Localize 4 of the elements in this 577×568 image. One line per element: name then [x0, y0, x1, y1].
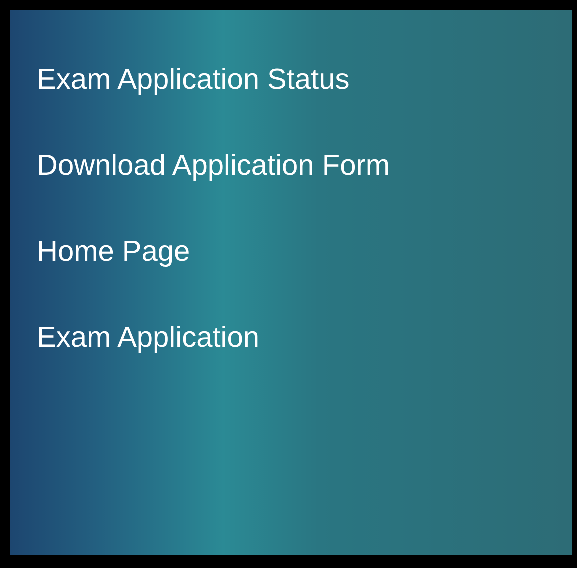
menu-link[interactable]: Exam Application Status: [37, 62, 350, 98]
menu-link[interactable]: Download Application Form: [37, 148, 390, 184]
menu-link[interactable]: Exam Application: [37, 320, 260, 356]
menu-link[interactable]: Home Page: [37, 234, 190, 270]
